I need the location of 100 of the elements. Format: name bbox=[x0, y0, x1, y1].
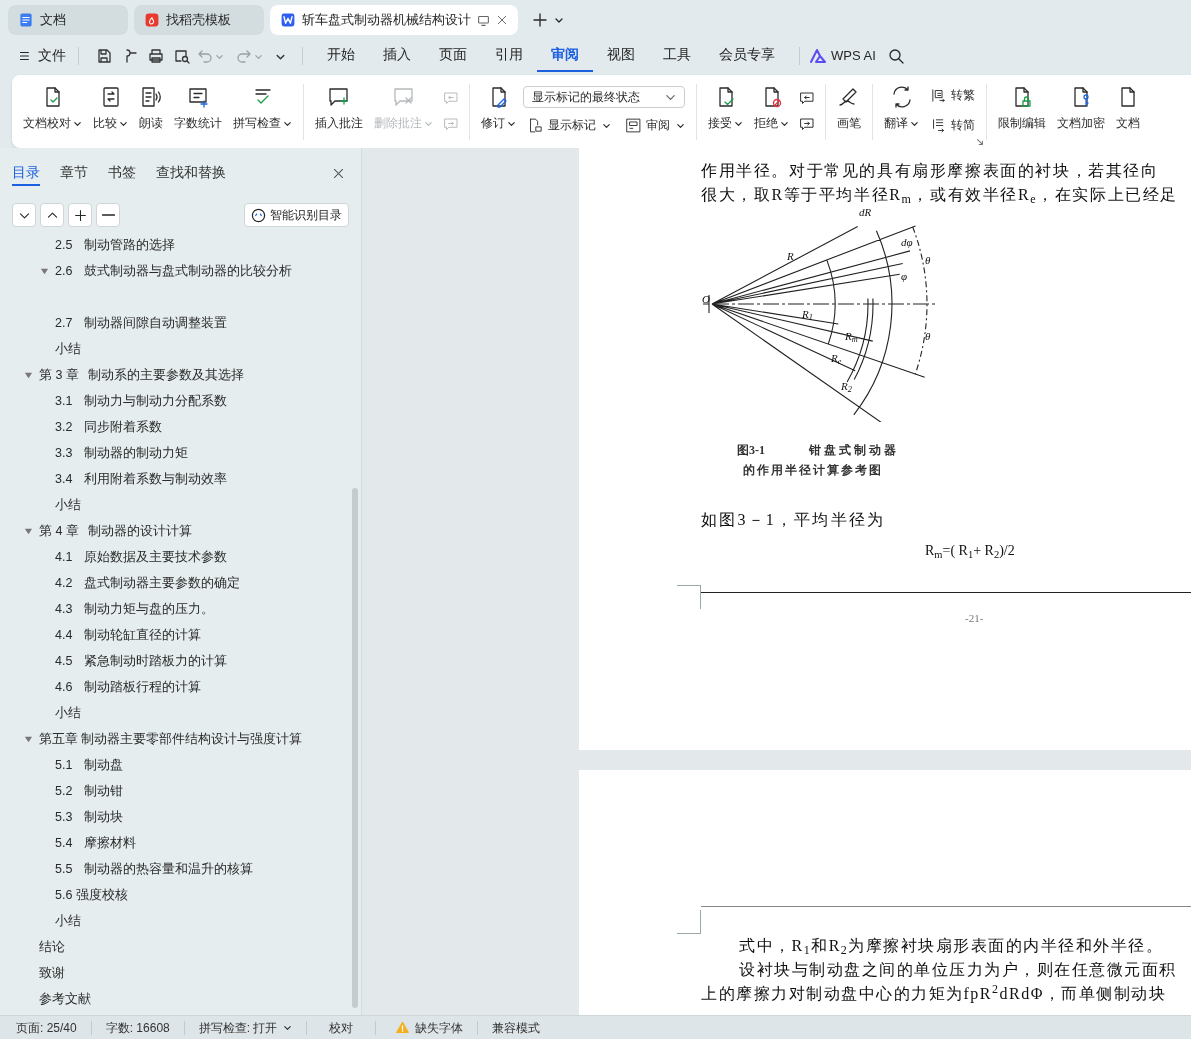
missing-fonts-button[interactable]: 缺失字体 bbox=[390, 1018, 464, 1037]
page-count: 页面: 25/40 bbox=[16, 1019, 77, 1037]
redo-icon bbox=[236, 48, 252, 64]
ribbon-tab[interactable]: 会员专享 bbox=[705, 40, 789, 72]
outline-item[interactable]: 4.4 制动轮缸直径的计算 bbox=[0, 622, 361, 648]
toolbar-button[interactable]: 画笔 bbox=[833, 75, 865, 148]
toolbar-button[interactable]: 转繁 bbox=[930, 86, 975, 104]
toolbar-button[interactable]: 修订 bbox=[477, 75, 520, 148]
outline-item[interactable]: 2.5 制动管路的选择 bbox=[0, 232, 361, 258]
outline-level-button[interactable] bbox=[68, 203, 92, 227]
document-tab[interactable]: 斩车盘式制动器机械结构设计 bbox=[270, 5, 518, 35]
outline-item[interactable]: 5.1 制动盘 bbox=[0, 752, 361, 778]
outline-item[interactable]: 3.1 制动力与制动力分配系数 bbox=[0, 388, 361, 414]
toolbar-button[interactable]: 转简 bbox=[930, 116, 975, 134]
dialog-launcher-icon[interactable] bbox=[976, 138, 984, 146]
markup-icon bbox=[527, 116, 544, 134]
word-count[interactable]: 字数: 16608 bbox=[105, 1018, 170, 1037]
pane-tab[interactable]: 章节 bbox=[60, 160, 88, 186]
toolbar-button[interactable]: 字数统计 bbox=[170, 75, 226, 148]
outline-item[interactable]: 3.3 制动器的制动力矩 bbox=[0, 440, 361, 466]
ribbon-tab[interactable]: 引用 bbox=[481, 40, 537, 72]
outline-item[interactable]: 小结 bbox=[0, 700, 361, 726]
outline-item[interactable]: 4.5 紧急制动时踏板力的计算 bbox=[0, 648, 361, 674]
toolbar-button[interactable]: 插入批注 bbox=[311, 75, 367, 148]
corner-arrow-icon bbox=[976, 138, 984, 146]
toolbar-button[interactable]: 比较 bbox=[89, 75, 132, 148]
toolbar-button[interactable]: 翻译 bbox=[880, 75, 923, 148]
outline-item[interactable]: 5.4 摩擦材料 bbox=[0, 830, 361, 856]
body-text-line: 作用半径。对于常见的具有扇形摩擦表面的衬块，若其径向 bbox=[701, 161, 1159, 181]
toolbar-button[interactable]: 审阅 bbox=[625, 116, 685, 134]
outline-item[interactable]: 致谢 bbox=[0, 960, 361, 986]
outline-item[interactable]: 2.6 鼓式制动器与盘式制动器的比较分析 bbox=[0, 258, 361, 284]
toolbar-button[interactable]: 文档 bbox=[1112, 75, 1144, 148]
outline-item[interactable]: 5.5 制动器的热容量和温升的核算 bbox=[0, 856, 361, 882]
document-tab[interactable]: 文档 bbox=[8, 5, 128, 35]
diagram-label: R$_{1}$ bbox=[802, 309, 813, 320]
document-tab[interactable]: 找稻壳模板 bbox=[134, 5, 264, 35]
scrollbar-thumb[interactable] bbox=[352, 488, 358, 1008]
outline-item[interactable]: 5.2 制动钳 bbox=[0, 778, 361, 804]
toolbar-button[interactable]: 文档加密 bbox=[1053, 75, 1109, 148]
ribbon-tab[interactable]: 审阅 bbox=[537, 40, 593, 72]
toolbar-button[interactable]: 接受 bbox=[704, 75, 747, 148]
diagram-label: R$_{e}$ bbox=[831, 353, 842, 364]
ribbon-tab[interactable]: 视图 bbox=[593, 40, 649, 72]
outline-item[interactable]: 4.3 制动力矩与盘的压力。 bbox=[0, 596, 361, 622]
flame-logo-icon bbox=[144, 12, 160, 28]
markup-display-select[interactable]: 显示标记的最终状态 bbox=[523, 86, 685, 108]
outline-item[interactable]: 3.4 利用附着系数与制动效率 bbox=[0, 466, 361, 492]
outline-item[interactable]: 第五章 制动器主要零部件结构设计与强度计算 bbox=[0, 726, 361, 752]
outline-item[interactable]: 小结 bbox=[0, 336, 361, 362]
outline-item[interactable]: 结论 bbox=[0, 934, 361, 960]
diagram-label: φ bbox=[901, 271, 908, 282]
ribbon-tab[interactable]: 插入 bbox=[369, 40, 425, 72]
ribbon-tab[interactable]: 页面 bbox=[425, 40, 481, 72]
figure-number: 图3-1 bbox=[737, 442, 765, 459]
new-tab-button[interactable] bbox=[532, 12, 548, 28]
toolbar-button[interactable]: 朗读 bbox=[135, 75, 167, 148]
read-aloud-icon bbox=[139, 85, 163, 109]
ribbon-tab[interactable]: 工具 bbox=[649, 40, 705, 72]
outline-item[interactable]: 5.3 制动块 bbox=[0, 804, 361, 830]
toolbar-button[interactable]: 拼写检查 bbox=[229, 75, 296, 148]
outline-item[interactable]: 4.2 盘式制动器主要参数的确定 bbox=[0, 570, 361, 596]
outline-item[interactable]: 4.6 制动踏板行程的计算 bbox=[0, 674, 361, 700]
outline-item[interactable]: 小结 bbox=[0, 492, 361, 518]
spell-check-dropdown[interactable]: 拼写检查: 打开 bbox=[198, 1018, 293, 1037]
outline-item[interactable]: 参考文献 bbox=[0, 986, 361, 1012]
outline-item[interactable]: 第 4 章 制动器的设计计算 bbox=[0, 518, 361, 544]
close-button[interactable] bbox=[332, 166, 345, 180]
search-button[interactable] bbox=[887, 48, 904, 64]
pane-tab[interactable]: 查找和替换 bbox=[156, 160, 226, 186]
toolbar-button[interactable]: 文档校对 bbox=[19, 75, 86, 148]
print-icon bbox=[148, 48, 164, 64]
menu-icon bbox=[18, 49, 30, 63]
outline-item[interactable]: 5.6 强度校核 bbox=[0, 882, 361, 908]
pane-tab[interactable]: 目录 bbox=[12, 160, 40, 186]
toolbar-button[interactable]: 限制编辑 bbox=[994, 75, 1050, 148]
close-icon bbox=[496, 14, 508, 26]
smart-recognize-icon bbox=[251, 207, 266, 223]
smart-toc-button[interactable]: 智能识别目录 bbox=[244, 203, 349, 227]
ribbon-tab[interactable]: 开始 bbox=[313, 40, 369, 72]
plus-icon bbox=[73, 208, 87, 222]
pane-tab[interactable]: 书签 bbox=[108, 160, 136, 186]
print-preview-icon bbox=[174, 48, 190, 64]
toolbar-button[interactable]: 显示标记 bbox=[527, 116, 611, 134]
close-button[interactable] bbox=[496, 14, 508, 26]
toolbar-button[interactable]: 拒绝 bbox=[750, 75, 793, 148]
outline-item[interactable]: 4.1 原始数据及主要技术参数 bbox=[0, 544, 361, 570]
page-number: -21- bbox=[965, 611, 984, 626]
outline-item[interactable]: 3.2 同步附着系数 bbox=[0, 414, 361, 440]
undo-icon bbox=[197, 48, 213, 64]
crop-mark bbox=[677, 910, 701, 934]
body-text-line: 如图3－1，平均半径为 bbox=[701, 510, 886, 530]
outline-item[interactable]: 小结 bbox=[0, 908, 361, 934]
outline-level-button[interactable] bbox=[96, 203, 120, 227]
proofread-button[interactable]: 校对 bbox=[321, 1018, 362, 1037]
file-menu[interactable]: 文件 bbox=[18, 45, 66, 67]
figure-caption: 钳盘式制动器 bbox=[809, 442, 899, 459]
ai-button[interactable]: WPS AI bbox=[810, 46, 876, 66]
outline-item[interactable]: 2.7 制动器间隙自动调整装置 bbox=[0, 310, 361, 336]
outline-item[interactable]: 第 3 章 制动系的主要参数及其选择 bbox=[0, 362, 361, 388]
